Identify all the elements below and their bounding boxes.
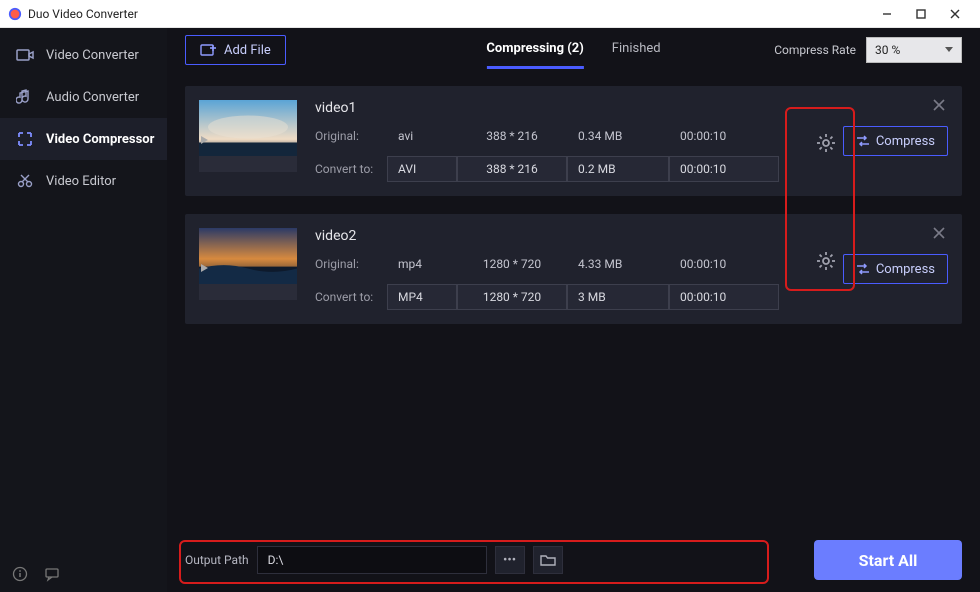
video-list: video1 Original: avi 388 * 216 0.34 MB 0…: [167, 72, 980, 528]
remove-video-button[interactable]: [930, 224, 948, 242]
add-file-button[interactable]: Add File: [185, 35, 286, 65]
sidebar-item-label: Video Converter: [46, 48, 139, 63]
original-duration: 00:00:10: [669, 252, 779, 276]
window-close-button[interactable]: [938, 0, 972, 28]
video-converter-icon: [16, 46, 34, 64]
start-all-button[interactable]: Start All: [814, 540, 962, 580]
sidebar-item-label: Video Editor: [46, 174, 116, 189]
chevron-down-icon: [945, 47, 953, 53]
convert-to-label: Convert to:: [315, 162, 387, 176]
compress-icon: [856, 135, 870, 147]
sidebar-item-label: Audio Converter: [46, 90, 139, 105]
original-resolution: 1280 * 720: [457, 252, 567, 276]
add-file-icon: [200, 43, 216, 57]
highlight-gear-annotation: [785, 107, 855, 291]
sidebar-item-audio-converter[interactable]: Audio Converter: [0, 76, 167, 118]
original-label: Original:: [315, 129, 387, 143]
video-thumbnail[interactable]: [199, 228, 297, 300]
compress-label: Compress: [876, 262, 935, 277]
convert-to-label: Convert to:: [315, 290, 387, 304]
highlight-output-annotation: [179, 540, 769, 584]
video-editor-icon: [16, 172, 34, 190]
original-duration: 00:00:10: [669, 124, 779, 148]
original-label: Original:: [315, 257, 387, 271]
video-thumbnail[interactable]: [199, 100, 297, 172]
app-title: Duo Video Converter: [28, 7, 870, 21]
sidebar: Video Converter Audio Converter Video Co…: [0, 28, 167, 592]
app-logo-icon: [8, 7, 22, 21]
feedback-icon[interactable]: [44, 566, 60, 582]
original-format: avi: [387, 124, 457, 148]
convert-format-select[interactable]: AVI: [387, 156, 457, 182]
compress-button[interactable]: Compress: [843, 126, 948, 156]
original-size: 0.34 MB: [567, 124, 669, 148]
compress-label: Compress: [876, 134, 935, 149]
sidebar-item-video-compressor[interactable]: Video Compressor: [0, 118, 167, 160]
tab-compressing[interactable]: Compressing (2): [486, 31, 583, 69]
original-size: 4.33 MB: [567, 252, 669, 276]
sidebar-item-video-converter[interactable]: Video Converter: [0, 34, 167, 76]
play-icon: [199, 284, 297, 300]
original-resolution: 388 * 216: [457, 124, 567, 148]
header: Add File Compressing (2) Finished Compre…: [167, 28, 980, 72]
sidebar-item-video-editor[interactable]: Video Editor: [0, 160, 167, 202]
add-file-label: Add File: [224, 43, 271, 58]
convert-resolution-select[interactable]: 1280 * 720: [457, 284, 567, 310]
window-maximize-button[interactable]: [904, 0, 938, 28]
audio-converter-icon: [16, 88, 34, 106]
compress-button[interactable]: Compress: [843, 254, 948, 284]
info-icon[interactable]: [12, 566, 28, 582]
convert-size-select[interactable]: 0.2 MB: [567, 156, 669, 182]
play-icon: [199, 156, 297, 172]
titlebar: Duo Video Converter: [0, 0, 980, 28]
compress-rate-label: Compress Rate: [774, 43, 856, 57]
footer: Output Path ••• Start All: [167, 528, 980, 592]
remove-video-button[interactable]: [930, 96, 948, 114]
convert-size-select[interactable]: 3 MB: [567, 284, 669, 310]
convert-format-select[interactable]: MP4: [387, 284, 457, 310]
sidebar-item-label: Video Compressor: [46, 132, 154, 147]
video-compressor-icon: [16, 130, 34, 148]
compress-rate-select[interactable]: 30 %: [866, 37, 962, 63]
original-format: mp4: [387, 252, 457, 276]
window-minimize-button[interactable]: [870, 0, 904, 28]
convert-duration-select[interactable]: 00:00:10: [669, 284, 779, 310]
tab-finished[interactable]: Finished: [612, 31, 661, 69]
convert-resolution-select[interactable]: 388 * 216: [457, 156, 567, 182]
convert-duration-select[interactable]: 00:00:10: [669, 156, 779, 182]
compress-icon: [856, 263, 870, 275]
compress-rate-value: 30 %: [875, 43, 900, 57]
